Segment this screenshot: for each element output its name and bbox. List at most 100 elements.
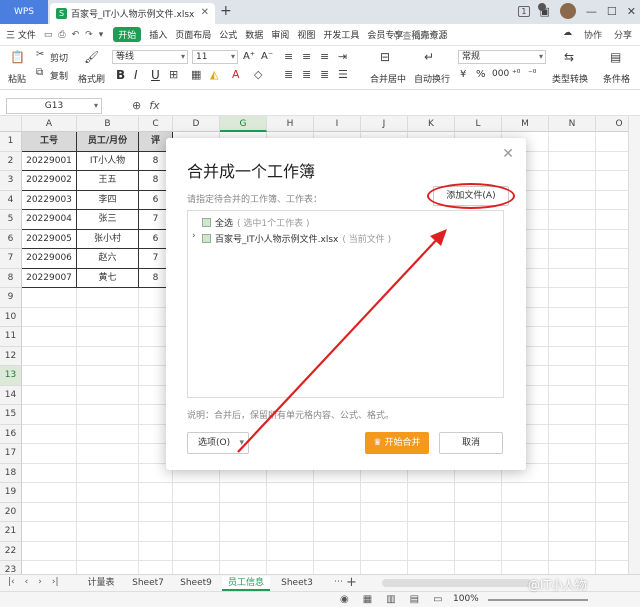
chevron-down-icon[interactable]: ▾ <box>99 30 104 40</box>
cell[interactable] <box>549 366 596 386</box>
tab-review[interactable]: 审阅 <box>271 28 289 41</box>
cell[interactable] <box>77 483 139 503</box>
cell[interactable] <box>77 405 139 425</box>
row-header-13[interactable]: 13 <box>0 366 22 386</box>
fill-color-icon[interactable]: ◭ <box>210 68 218 81</box>
column-header-C[interactable]: C <box>139 116 173 132</box>
row-header-11[interactable]: 11 <box>0 327 22 347</box>
column-header-J[interactable]: J <box>361 116 408 132</box>
bold-button[interactable]: B <box>116 68 125 82</box>
cell[interactable] <box>22 346 77 366</box>
cell[interactable] <box>77 346 139 366</box>
workbook-item[interactable]: 百家号_IT小人物示例文件.xlsx ( 当前文件 ) <box>202 232 391 245</box>
cell[interactable] <box>220 483 267 503</box>
next-sheet-icon[interactable]: › <box>38 577 42 587</box>
font-shrink-icon[interactable]: A⁻ <box>261 51 273 62</box>
cell[interactable] <box>455 483 502 503</box>
column-header-D[interactable]: D <box>173 116 220 132</box>
row-header-18[interactable]: 18 <box>0 463 22 483</box>
file-tab[interactable]: S 百家号_IT小人物示例文件.xlsx ✕ <box>50 3 215 24</box>
row-header-21[interactable]: 21 <box>0 522 22 542</box>
cell[interactable] <box>408 522 455 542</box>
wrap-text-button[interactable]: 自动换行 <box>414 72 450 85</box>
row-header-10[interactable]: 10 <box>0 307 22 327</box>
cell[interactable] <box>77 541 139 561</box>
thousands-icon[interactable]: 000 <box>492 69 509 79</box>
normal-view-icon[interactable]: ▦ <box>363 594 372 605</box>
cell[interactable]: 黄七 <box>77 268 139 288</box>
cell[interactable] <box>139 541 173 561</box>
copy-button[interactable]: 复制 <box>50 69 68 82</box>
copy-icon[interactable]: ⧉ <box>36 67 43 78</box>
fill-grid-icon[interactable]: ▦ <box>191 68 201 81</box>
cell[interactable] <box>361 541 408 561</box>
merge-icon[interactable]: ⊟ <box>380 50 390 64</box>
zoom-formula-icon[interactable]: ⊕ <box>132 99 141 112</box>
tab-view[interactable]: 视图 <box>297 28 315 41</box>
cell[interactable] <box>173 561 220 574</box>
options-button[interactable]: 选项(O) ▾ <box>187 432 249 454</box>
cell[interactable] <box>267 561 314 574</box>
cell[interactable]: 20229004 <box>22 210 77 230</box>
cell[interactable] <box>139 522 173 542</box>
cell[interactable] <box>22 385 77 405</box>
column-header-H[interactable]: H <box>267 116 314 132</box>
sheet-tab[interactable]: Sheet7 <box>128 576 168 591</box>
row-header-22[interactable]: 22 <box>0 541 22 561</box>
row-header-6[interactable]: 6 <box>0 229 22 249</box>
cell[interactable]: 20229005 <box>22 229 77 249</box>
row-header-20[interactable]: 20 <box>0 502 22 522</box>
tab-page-layout[interactable]: 页面布局 <box>175 28 211 41</box>
collaborate-button[interactable]: 协作 <box>584 28 602 41</box>
cell[interactable]: 李四 <box>77 190 139 210</box>
cell[interactable] <box>596 191 628 210</box>
fx-icon[interactable]: fx <box>149 99 159 112</box>
cell[interactable] <box>549 190 596 210</box>
cell[interactable] <box>549 151 596 171</box>
format-painter-button[interactable]: 格式刷 <box>78 72 105 85</box>
row-header-4[interactable]: 4 <box>0 190 22 210</box>
cell[interactable] <box>549 249 596 269</box>
cell[interactable] <box>314 561 361 574</box>
cell[interactable] <box>22 483 77 503</box>
cell[interactable]: 工号 <box>22 132 77 152</box>
align-left-icon[interactable]: ≣ <box>284 68 293 81</box>
cell[interactable] <box>596 269 628 288</box>
column-header-G[interactable]: G <box>220 116 267 132</box>
undo-icon[interactable]: ↶ <box>72 30 80 40</box>
cell[interactable] <box>77 522 139 542</box>
row-header-5[interactable]: 5 <box>0 210 22 230</box>
row-header-7[interactable]: 7 <box>0 249 22 269</box>
add-sheet-button[interactable]: + <box>346 575 357 590</box>
cell[interactable] <box>77 288 139 308</box>
last-sheet-icon[interactable]: ›| <box>52 577 59 587</box>
cell[interactable] <box>596 249 628 269</box>
cell[interactable] <box>139 561 173 574</box>
cell[interactable] <box>173 541 220 561</box>
cell[interactable] <box>22 561 77 574</box>
number-format-select[interactable]: 常规 <box>458 50 546 64</box>
zoom-slider[interactable] <box>488 599 588 601</box>
decrease-decimal-icon[interactable]: ⁻⁰ <box>528 69 536 79</box>
cell[interactable]: IT小人物 <box>77 151 139 171</box>
column-header-L[interactable]: L <box>455 116 502 132</box>
cell[interactable] <box>22 307 77 327</box>
indent-icon[interactable]: ⇥ <box>338 50 347 63</box>
cell[interactable]: 20229007 <box>22 268 77 288</box>
row-header-15[interactable]: 15 <box>0 405 22 425</box>
cell[interactable] <box>502 561 549 574</box>
cut-button[interactable]: 剪切 <box>50 51 68 64</box>
cell[interactable] <box>596 366 628 386</box>
column-header-M[interactable]: M <box>502 116 549 132</box>
page-break-view-icon[interactable]: ▤ <box>410 594 419 605</box>
row-header-2[interactable]: 2 <box>0 151 22 171</box>
cell[interactable] <box>596 308 628 327</box>
cell[interactable] <box>220 541 267 561</box>
cell[interactable] <box>22 424 77 444</box>
cell[interactable] <box>314 502 361 522</box>
cell[interactable] <box>549 561 596 574</box>
cell[interactable] <box>408 502 455 522</box>
merge-center-button[interactable]: 合并居中 <box>370 72 406 85</box>
cell[interactable] <box>77 327 139 347</box>
reading-mode-icon[interactable]: ▭ <box>433 594 442 605</box>
